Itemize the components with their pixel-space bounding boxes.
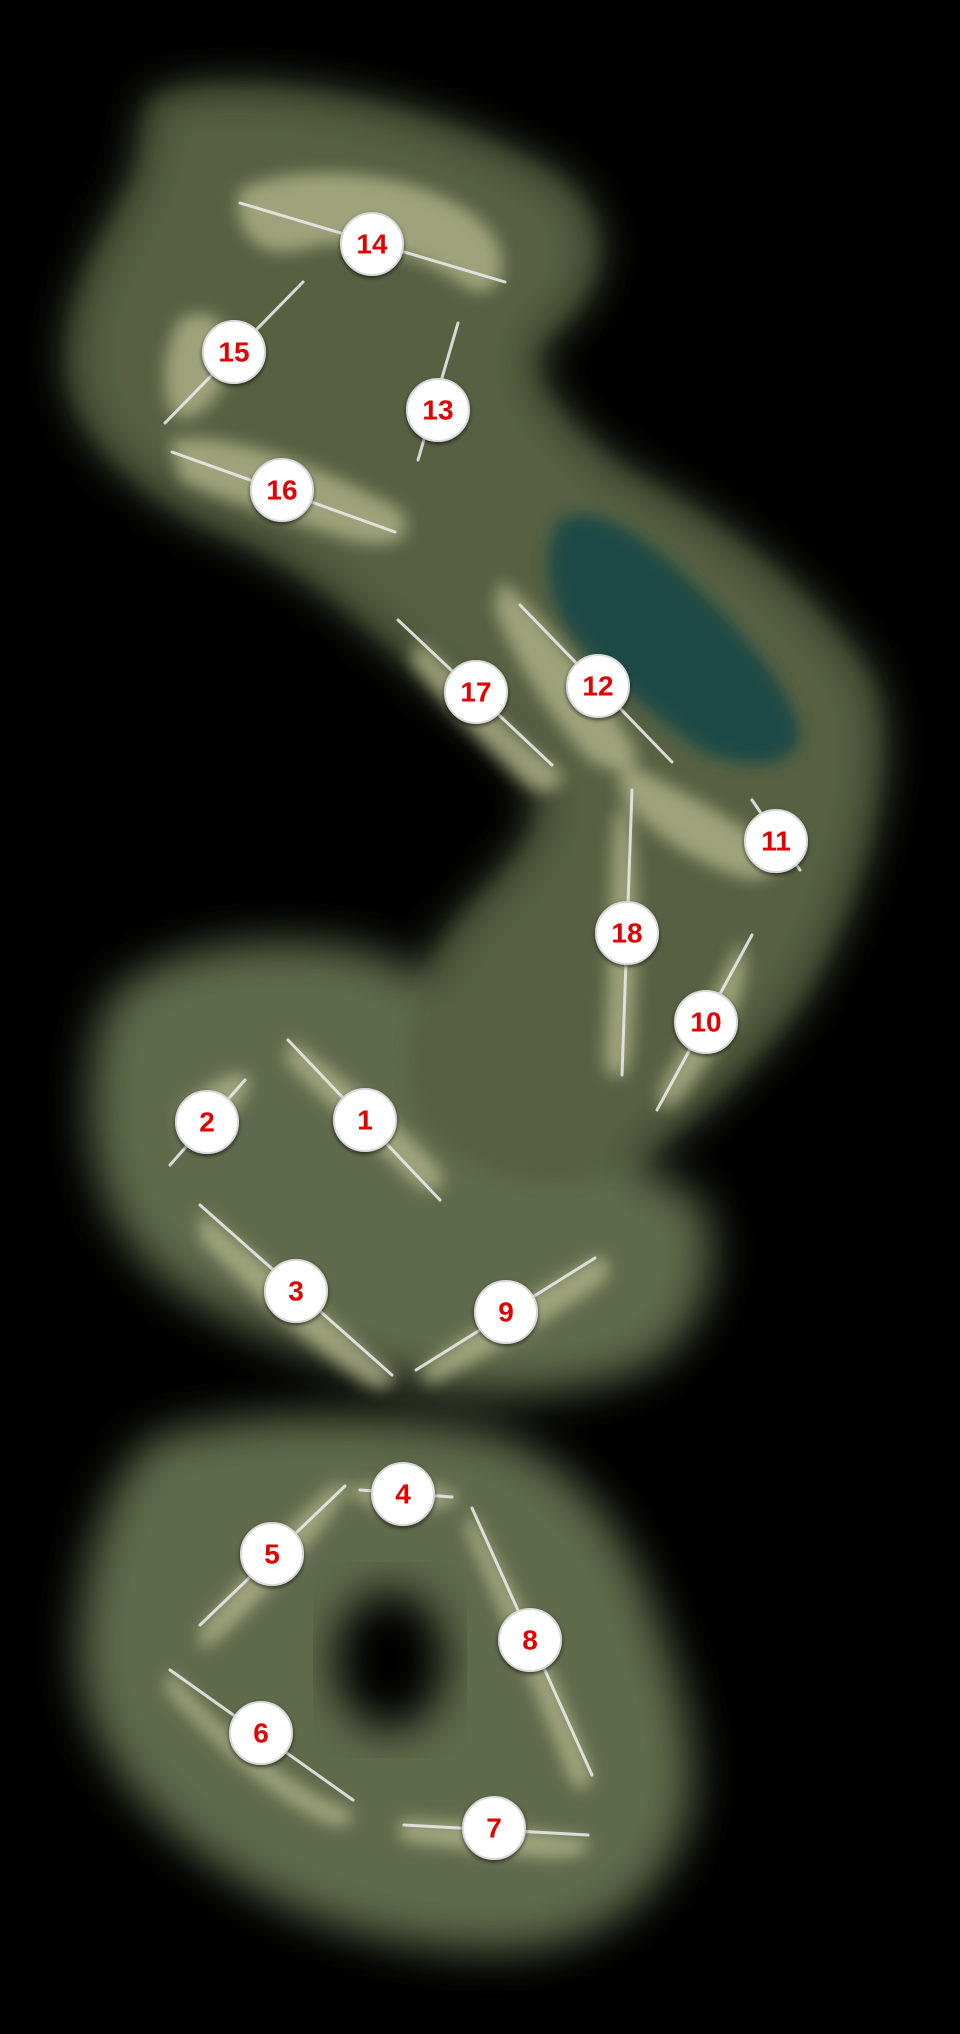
hole-marker-17[interactable]: 17 (444, 660, 508, 724)
hole-marker-11[interactable]: 11 (744, 809, 808, 873)
hole-marker-8[interactable]: 8 (498, 1608, 562, 1672)
hole-number-14: 14 (356, 229, 388, 260)
hole-marker-10[interactable]: 10 (674, 990, 738, 1054)
hole-number-5: 5 (264, 1539, 280, 1570)
hole-number-2: 2 (199, 1107, 215, 1138)
hole-number-15: 15 (218, 337, 249, 368)
hole-marker-5[interactable]: 5 (240, 1522, 304, 1586)
hole-number-6: 6 (253, 1718, 269, 1749)
hole-number-16: 16 (266, 475, 297, 506)
hole-number-12: 12 (582, 671, 613, 702)
hole-marker-15[interactable]: 15 (202, 320, 266, 384)
hole-marker-14[interactable]: 14 (340, 212, 404, 276)
hole-number-18: 18 (611, 918, 642, 949)
hole-marker-3[interactable]: 3 (264, 1259, 328, 1323)
golf-course-aerial-map: 1 2 3 4 5 6 7 8 9 10 11 12 13 14 15 16 1… (0, 0, 960, 2034)
hole-number-9: 9 (498, 1297, 514, 1328)
hole-marker-7[interactable]: 7 (462, 1796, 526, 1860)
hole-marker-4[interactable]: 4 (371, 1462, 435, 1526)
hole-number-1: 1 (357, 1105, 373, 1136)
south-dark-patch (335, 1590, 445, 1730)
hole-marker-16[interactable]: 16 (250, 458, 314, 522)
hole-marker-2[interactable]: 2 (175, 1090, 239, 1154)
hole-marker-12[interactable]: 12 (566, 654, 630, 718)
hole-number-11: 11 (761, 826, 791, 857)
hole-number-3: 3 (288, 1276, 304, 1307)
hole-marker-18[interactable]: 18 (595, 901, 659, 965)
hole-marker-1[interactable]: 1 (333, 1088, 397, 1152)
hole-marker-13[interactable]: 13 (406, 378, 470, 442)
hole-number-10: 10 (690, 1007, 721, 1038)
hole-number-4: 4 (395, 1479, 411, 1510)
hole-number-13: 13 (422, 395, 453, 426)
hole-marker-6[interactable]: 6 (229, 1701, 293, 1765)
hole-number-8: 8 (522, 1625, 538, 1656)
hole-number-17: 17 (460, 677, 491, 708)
hole-number-7: 7 (486, 1813, 502, 1844)
hole-marker-9[interactable]: 9 (474, 1280, 538, 1344)
